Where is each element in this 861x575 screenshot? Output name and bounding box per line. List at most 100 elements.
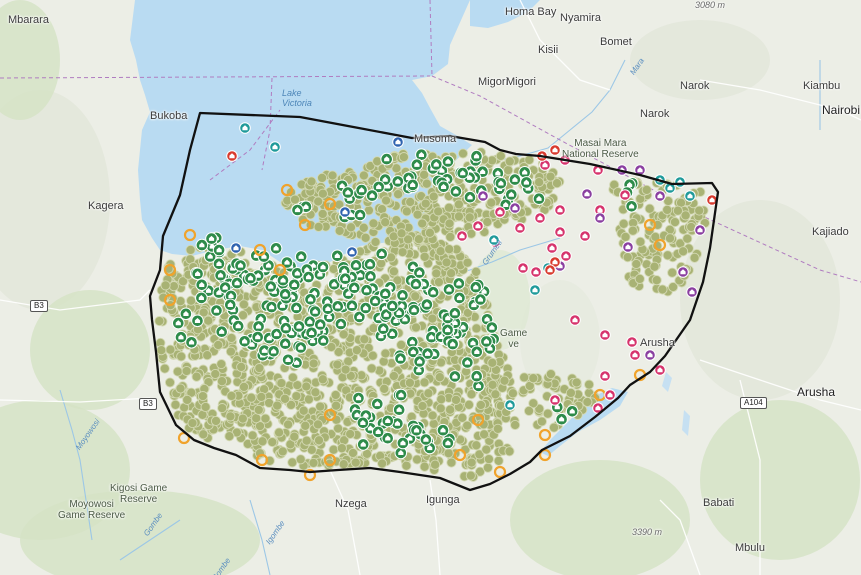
site-marker[interactable]: [682, 233, 693, 244]
site-marker[interactable]: [251, 413, 262, 424]
site-marker[interactable]: [226, 332, 237, 344]
site-marker[interactable]: [289, 194, 301, 205]
site-marker[interactable]: [664, 233, 676, 244]
site-marker[interactable]: [471, 440, 482, 451]
site-marker[interactable]: [308, 358, 319, 369]
site-marker[interactable]: [662, 204, 673, 215]
site-marker[interactable]: [186, 295, 197, 306]
site-marker[interactable]: [368, 218, 379, 229]
site-marker[interactable]: [444, 244, 455, 255]
site-marker[interactable]: [584, 379, 595, 390]
site-marker[interactable]: [463, 399, 475, 410]
site-marker[interactable]: [487, 357, 498, 368]
site-marker[interactable]: [464, 212, 475, 223]
site-marker[interactable]: [283, 419, 294, 430]
site-marker[interactable]: [528, 373, 539, 384]
site-marker[interactable]: [490, 389, 501, 400]
site-marker[interactable]: [380, 217, 391, 228]
site-marker[interactable]: [431, 268, 442, 279]
site-marker[interactable]: [154, 316, 165, 327]
site-marker[interactable]: [203, 315, 214, 326]
site-marker[interactable]: [667, 267, 678, 278]
site-marker[interactable]: [225, 346, 236, 357]
site-marker[interactable]: [276, 378, 287, 389]
site-marker[interactable]: [301, 435, 312, 446]
site-marker[interactable]: [237, 413, 248, 424]
site-marker[interactable]: [436, 394, 447, 405]
site-marker[interactable]: [420, 198, 431, 209]
site-marker[interactable]: [176, 351, 187, 362]
site-marker[interactable]: [493, 455, 504, 466]
site-marker[interactable]: [495, 150, 506, 162]
site-marker[interactable]: [210, 368, 221, 380]
site-marker[interactable]: [482, 216, 493, 228]
site-marker[interactable]: [510, 419, 521, 431]
site-marker[interactable]: [499, 375, 510, 386]
site-marker[interactable]: [483, 454, 494, 465]
site-marker[interactable]: [445, 231, 456, 242]
site-marker[interactable]: [678, 246, 689, 257]
site-marker[interactable]: [401, 206, 412, 217]
site-marker[interactable]: [492, 423, 503, 434]
site-marker[interactable]: [435, 403, 446, 414]
site-marker[interactable]: [545, 171, 556, 182]
site-marker[interactable]: [359, 334, 370, 345]
site-marker[interactable]: [236, 361, 247, 372]
site-marker[interactable]: [165, 344, 176, 355]
site-marker[interactable]: [618, 218, 629, 229]
site-marker[interactable]: [487, 379, 498, 390]
site-marker[interactable]: [582, 396, 593, 408]
site-marker[interactable]: [393, 189, 404, 200]
site-marker[interactable]: [622, 252, 633, 263]
site-marker[interactable]: [317, 208, 328, 219]
site-marker[interactable]: [350, 457, 361, 468]
site-marker[interactable]: [465, 470, 476, 481]
site-marker[interactable]: [410, 322, 422, 333]
site-marker[interactable]: [317, 172, 328, 183]
site-marker[interactable]: [312, 419, 324, 430]
site-marker[interactable]: [377, 458, 388, 469]
site-marker[interactable]: [412, 454, 423, 465]
site-marker[interactable]: [388, 266, 399, 277]
site-marker[interactable]: [338, 329, 349, 340]
site-marker[interactable]: [338, 459, 349, 470]
site-marker[interactable]: [313, 196, 324, 207]
site-marker[interactable]: [446, 457, 457, 468]
site-marker[interactable]: [238, 381, 250, 392]
site-marker[interactable]: [358, 170, 369, 181]
site-marker[interactable]: [164, 377, 176, 388]
site-marker[interactable]: [689, 252, 700, 263]
site-marker[interactable]: [428, 191, 439, 202]
site-marker[interactable]: [542, 408, 553, 419]
site-marker[interactable]: [410, 291, 421, 302]
site-marker[interactable]: [260, 413, 271, 424]
site-marker[interactable]: [471, 266, 482, 277]
site-marker[interactable]: [444, 218, 455, 229]
site-marker[interactable]: [360, 232, 371, 243]
site-marker[interactable]: [328, 444, 339, 455]
site-marker[interactable]: [507, 388, 518, 399]
site-marker[interactable]: [657, 284, 668, 295]
site-marker[interactable]: [534, 177, 545, 188]
site-marker[interactable]: [198, 429, 209, 440]
site-marker[interactable]: [345, 428, 356, 440]
site-marker[interactable]: [247, 430, 258, 441]
site-marker[interactable]: [434, 372, 445, 383]
site-marker[interactable]: [246, 392, 257, 403]
site-marker[interactable]: [172, 366, 183, 377]
site-marker[interactable]: [267, 437, 278, 448]
site-marker[interactable]: [182, 394, 193, 405]
site-marker[interactable]: [366, 363, 377, 374]
site-marker[interactable]: [427, 313, 438, 324]
site-marker[interactable]: [287, 457, 298, 468]
site-marker[interactable]: [336, 443, 347, 454]
site-marker[interactable]: [694, 205, 705, 216]
site-marker[interactable]: [308, 457, 319, 468]
site-marker[interactable]: [524, 154, 535, 165]
site-marker[interactable]: [481, 444, 492, 455]
site-marker[interactable]: [453, 199, 464, 210]
site-marker[interactable]: [225, 411, 236, 422]
site-marker[interactable]: [466, 389, 477, 400]
site-marker[interactable]: [565, 387, 576, 398]
site-marker[interactable]: [310, 387, 321, 398]
